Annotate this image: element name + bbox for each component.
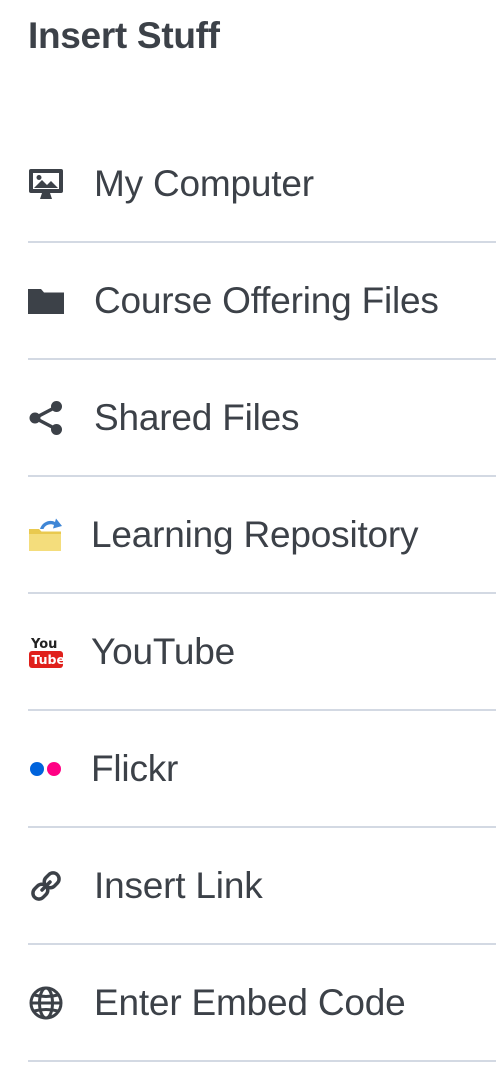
link-icon <box>28 868 64 904</box>
menu-item-label: Learning Repository <box>91 513 419 555</box>
svg-text:You: You <box>30 637 57 652</box>
menu-item-my-computer[interactable]: My Computer <box>28 126 496 243</box>
menu-item-label: Enter Embed Code <box>94 981 406 1023</box>
menu-item-flickr[interactable]: Flickr <box>28 711 496 828</box>
youtube-icon: You Tube <box>28 634 64 670</box>
menu-item-learning-repository[interactable]: Learning Repository <box>28 477 496 594</box>
folder-icon <box>28 283 64 319</box>
menu-item-label: YouTube <box>91 630 235 672</box>
menu-item-label: Insert Link <box>94 864 263 906</box>
flickr-icon <box>28 751 64 787</box>
menu-item-youtube[interactable]: You Tube YouTube <box>28 594 496 711</box>
share-icon <box>28 400 64 436</box>
menu-item-course-offering-files[interactable]: Course Offering Files <box>28 243 496 360</box>
menu-item-label: Flickr <box>91 747 179 789</box>
menu-item-label: Shared Files <box>94 396 300 438</box>
menu-item-label: My Computer <box>94 162 314 204</box>
insert-stuff-panel: Insert Stuff My Computer Course Offering… <box>0 0 496 1088</box>
monitor-image-icon <box>28 166 64 202</box>
panel-title: Insert Stuff <box>28 15 220 56</box>
menu-item-insert-link[interactable]: Insert Link <box>28 828 496 945</box>
svg-text:Tube: Tube <box>32 652 65 667</box>
insert-source-list: My Computer Course Offering Files Shared… <box>28 126 496 1062</box>
menu-item-enter-embed-code[interactable]: Enter Embed Code <box>28 945 496 1062</box>
repository-folder-icon <box>28 517 64 553</box>
globe-icon <box>28 985 64 1021</box>
menu-item-label: Course Offering Files <box>94 279 439 321</box>
menu-item-shared-files[interactable]: Shared Files <box>28 360 496 477</box>
